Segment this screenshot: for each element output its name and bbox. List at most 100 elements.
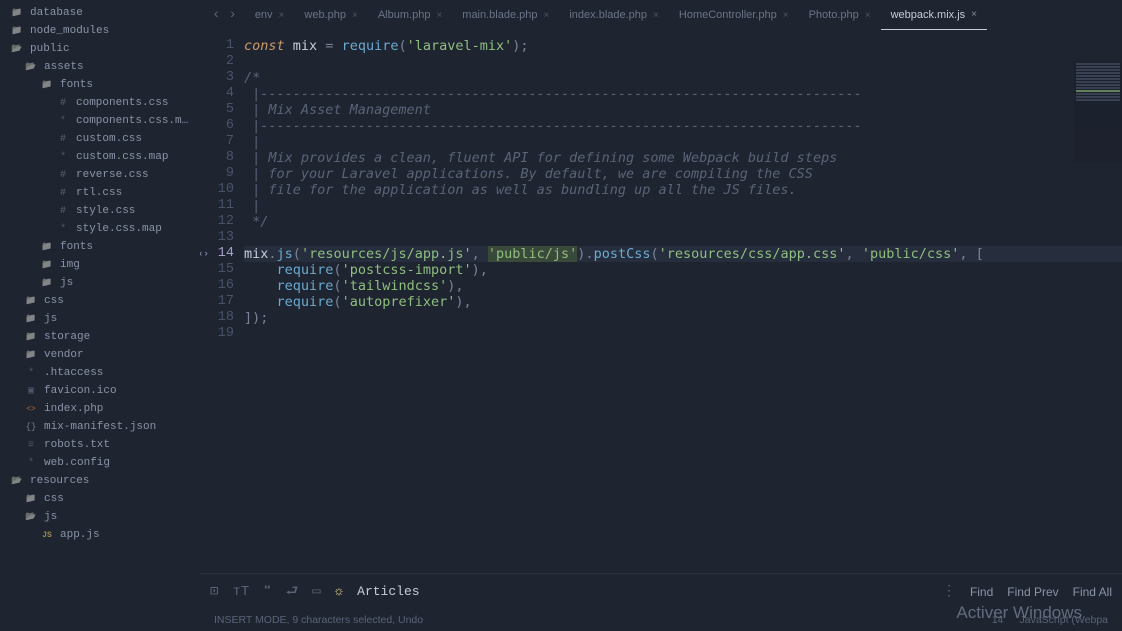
tree-item-label: storage (44, 331, 194, 343)
tree-item[interactable]: style.css (0, 202, 200, 220)
file-tree-sidebar[interactable]: databasenode_modulespublic assets fonts com… (0, 0, 200, 631)
tab[interactable]: index.blade.php × (559, 0, 669, 30)
tab-label: HomeController.php (679, 9, 777, 21)
tab-label: web.php (304, 9, 346, 21)
close-icon[interactable]: × (436, 10, 442, 21)
tree-item[interactable]: fonts (0, 238, 200, 256)
tree-item-label: css (44, 295, 194, 307)
quote-icon[interactable]: ❝ (263, 583, 271, 600)
folder-icon (10, 8, 24, 19)
close-icon[interactable]: × (865, 10, 871, 21)
nav-forward-icon[interactable]: › (228, 7, 236, 23)
nav-back-icon[interactable]: ‹ (212, 7, 220, 23)
css-icon (56, 206, 70, 217)
editor-body[interactable]: 12345678910111213141516171819 const mix … (200, 30, 1122, 573)
wrap-icon[interactable]: ⮐ (286, 580, 299, 604)
status-position[interactable]: 14 (992, 614, 1004, 626)
json-icon (24, 422, 38, 433)
find-input-text[interactable]: Articles (357, 584, 419, 599)
more-icon[interactable]: ⋮ (942, 583, 956, 600)
editor-area: ‹ › env×web.php×Album.php×main.blade.php… (200, 0, 1122, 631)
tree-item[interactable]: fonts (0, 76, 200, 94)
folder-open-icon (24, 62, 38, 73)
close-icon[interactable]: × (279, 10, 285, 21)
tree-item[interactable]: public (0, 40, 200, 58)
tree-item[interactable]: assets (0, 58, 200, 76)
tree-item[interactable]: rtl.css (0, 184, 200, 202)
tree-item-label: vendor (44, 349, 194, 361)
folder-icon (40, 242, 54, 253)
tree-item[interactable]: vendor (0, 346, 200, 364)
tree-item[interactable]: app.js (0, 526, 200, 544)
tree-item[interactable]: robots.txt (0, 436, 200, 454)
tree-item[interactable]: .htaccess (0, 364, 200, 382)
tree-item-label: favicon.ico (44, 385, 194, 397)
tree-item[interactable]: css (0, 292, 200, 310)
doc-icon (24, 440, 38, 451)
tab[interactable]: HomeController.php × (669, 0, 799, 30)
tab-label: Photo.php (809, 9, 859, 21)
tree-item[interactable]: custom.css (0, 130, 200, 148)
find-all-button[interactable]: Find All (1073, 585, 1112, 599)
tree-item[interactable]: css (0, 490, 200, 508)
tree-item[interactable]: custom.css.map (0, 148, 200, 166)
line-gutter: 12345678910111213141516171819 (200, 30, 244, 573)
tree-item[interactable]: js (0, 274, 200, 292)
tree-item-label: public (30, 43, 194, 55)
tab-label: index.blade.php (569, 9, 647, 21)
find-button[interactable]: Find (970, 585, 993, 599)
tree-item[interactable]: storage (0, 328, 200, 346)
tab[interactable]: web.php × (294, 0, 367, 30)
css-icon (56, 170, 70, 181)
panel-icon[interactable]: ▭ (312, 583, 320, 600)
tree-item[interactable]: mix-manifest.json (0, 418, 200, 436)
tree-item-label: reverse.css (76, 169, 194, 181)
close-icon[interactable]: × (544, 10, 550, 21)
tree-item-label: custom.css (76, 133, 194, 145)
tree-item[interactable]: database (0, 4, 200, 22)
tree-item-label: fonts (60, 79, 194, 91)
tab[interactable]: Album.php× (368, 0, 452, 30)
close-icon[interactable]: × (653, 10, 659, 21)
gear-icon (56, 152, 70, 163)
tab[interactable]: Photo.php × (799, 0, 881, 30)
tab[interactable]: env × (245, 0, 295, 30)
close-icon[interactable]: × (971, 9, 977, 20)
tree-item-label: web.config (44, 457, 194, 469)
text-size-icon[interactable]: ᴛT (232, 584, 249, 600)
bulb-icon[interactable]: ☼ (335, 584, 343, 600)
tree-item[interactable]: reverse.css (0, 166, 200, 184)
folder-icon (24, 296, 38, 307)
tab-label: main.blade.php (462, 9, 537, 21)
close-icon[interactable]: × (352, 10, 358, 21)
tree-item[interactable]: js (0, 508, 200, 526)
tab[interactable]: main.blade.php × (452, 0, 559, 30)
tree-item-label: mix-manifest.json (44, 421, 194, 433)
tree-item-label: fonts (60, 241, 194, 253)
status-language[interactable]: JavaScript (Webpa (1019, 614, 1108, 626)
tree-item[interactable]: components.css.map (0, 112, 200, 130)
img-icon (24, 385, 38, 397)
tree-item[interactable]: img (0, 256, 200, 274)
tree-item[interactable]: resources (0, 472, 200, 490)
gear-icon (24, 458, 38, 469)
tree-item[interactable]: index.php (0, 400, 200, 418)
tab-label: env (255, 9, 273, 21)
tree-item[interactable]: style.css.map (0, 220, 200, 238)
css-icon (56, 98, 70, 109)
gear-icon (56, 224, 70, 235)
tree-item[interactable]: web.config (0, 454, 200, 472)
folder-icon (40, 80, 54, 91)
close-panel-icon[interactable]: ⊡ (210, 583, 218, 600)
code-content[interactable]: const mix = require('laravel-mix');/* |-… (244, 30, 1122, 573)
folder-icon (24, 494, 38, 505)
tree-item[interactable]: components.css (0, 94, 200, 112)
find-prev-button[interactable]: Find Prev (1007, 585, 1058, 599)
tree-item[interactable]: js (0, 310, 200, 328)
tree-item-label: assets (44, 61, 194, 73)
close-icon[interactable]: × (783, 10, 789, 21)
tree-item[interactable]: favicon.ico (0, 382, 200, 400)
tab[interactable]: webpack.mix.js× (881, 0, 987, 30)
minimap[interactable] (1074, 62, 1122, 162)
tree-item[interactable]: node_modules (0, 22, 200, 40)
